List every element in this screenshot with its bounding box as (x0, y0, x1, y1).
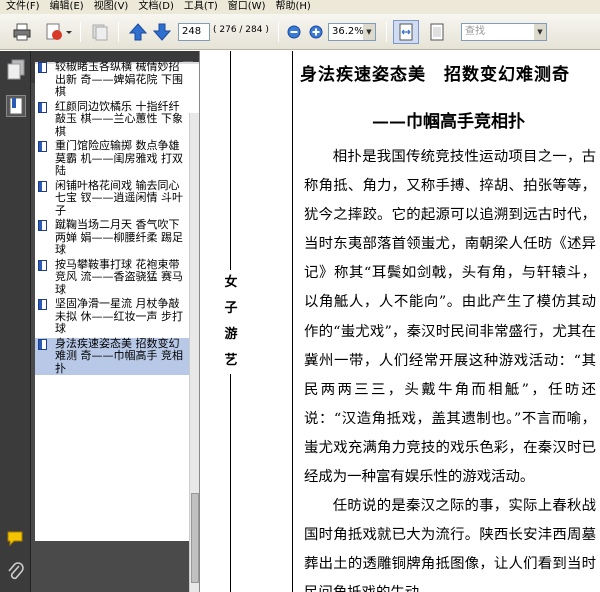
zoom-value: 36.2% (332, 26, 364, 37)
toolbar-separator (80, 22, 81, 42)
bookmark-item[interactable]: 较椒睹玉各纵横 械情妙招出新 奇——婢娟花院 下围棋 (35, 62, 199, 99)
vertical-title-char: 艺 (224, 353, 238, 368)
bookmark-label: 较椒睹玉各纵横 械情妙招出新 奇——婢娟花院 下围棋 (55, 62, 183, 98)
bookmark-label: 重门馆险应输掷 数点争雄莫霸 机——闺房雅戏 打双陆 (55, 139, 183, 177)
page-number-input[interactable]: 248 (178, 23, 210, 41)
fit-page-button[interactable] (393, 20, 419, 44)
chevron-down-icon: ▼ (534, 24, 546, 40)
next-page-button[interactable] (150, 20, 174, 44)
bookmark-page-icon (38, 101, 47, 113)
menu-item[interactable]: 窗口(W) (224, 0, 272, 14)
bookmark-page-icon (38, 220, 47, 231)
menu-item[interactable]: 帮助(H) (271, 0, 316, 14)
bookmark-scrollbar[interactable] (189, 113, 199, 592)
bookmark-label: 身法疾速姿态美 招数变幻难测 奇——巾帼高手 竞相扑 (55, 336, 183, 375)
menu-bar: 文件(F) 编辑(E) 视图(V) 文档(D) 工具(T) 窗口(W) 帮助(H) (0, 0, 600, 14)
bookmark-label: 按马攀鞍事打球 花袍束带竞风 流——香盗骁猛 赛马球 (55, 257, 183, 296)
print-button[interactable] (10, 20, 34, 44)
bookmark-item[interactable]: 红颜同边饮橘乐 十指纤纤敲玉 棋——兰心蕙性 下象棋 (35, 99, 199, 139)
menu-item[interactable]: 文件(F) (2, 0, 46, 14)
toolbar-separator (118, 22, 119, 42)
previous-page-button[interactable] (126, 20, 150, 44)
toolbar-separator (386, 22, 387, 42)
vertical-title-char: 游 (224, 327, 238, 342)
vertical-title-char: 子 (224, 301, 238, 316)
bookmark-item[interactable]: 蹴鞠当场二月天 香气吹下两婵 娟——柳腰纤柔 踢足球 (35, 218, 199, 257)
bookmark-item[interactable]: 按马攀鞍事打球 花袍束带竞风 流——香盗骁猛 赛马球 (35, 257, 199, 297)
chevron-down-icon: ▼ (363, 24, 375, 40)
bookmark-label: 坚固净滑一星流 月杖争敲未拟 休——红妆一声 步打球 (55, 297, 183, 335)
attachments-panel-button[interactable] (6, 561, 26, 583)
bookmark-page-icon (38, 299, 47, 310)
vertical-title-char: 女 (224, 275, 238, 290)
menu-item[interactable]: 文档(D) (134, 0, 180, 14)
toolbar-separator (278, 22, 279, 42)
bookmark-label: 蹴鞠当场二月天 香气吹下两婵 娟——柳腰纤柔 踢足球 (55, 218, 183, 256)
document-stack-icon (92, 24, 108, 41)
navigation-icon-strip (0, 51, 31, 592)
zoom-out-button[interactable] (284, 20, 304, 44)
comments-panel-button[interactable] (6, 529, 26, 551)
fit-width-icon (430, 23, 444, 41)
zoom-select[interactable]: 36.2% ▼ (328, 23, 376, 41)
bookmark-page-icon (38, 180, 47, 192)
bookmark-page-icon (38, 141, 47, 152)
zoom-in-icon (309, 25, 323, 39)
bookmark-icon (9, 97, 23, 115)
bookmark-page-icon (38, 259, 47, 271)
bookmark-item[interactable]: 重门馆险应输掷 数点争雄莫霸 机——闺房雅戏 打双陆 (35, 139, 199, 178)
printer-icon (13, 23, 31, 41)
bookmark-page-icon (38, 338, 47, 350)
bookmark-label: 红颜同边饮橘乐 十指纤纤敲玉 棋——兰心蕙性 下象棋 (55, 99, 183, 138)
create-pdf-icon (46, 23, 72, 40)
document-subtitle: ——巾帼高手竞相扑 (372, 112, 525, 132)
pages-panel-button[interactable] (6, 59, 26, 81)
toolbar: 248 ( 276 / 284 ) 36.2% ▼ 查找 ▼ (0, 14, 600, 50)
scrollbar-thumb[interactable] (191, 493, 199, 583)
arrow-down-icon (152, 23, 172, 41)
create-pdf-button[interactable] (42, 20, 74, 44)
vertical-section-title: 女子游艺 (224, 270, 238, 374)
bookmark-page-icon (38, 62, 47, 73)
bookmarks-panel-button[interactable] (6, 95, 26, 117)
document-title: 身法疾速姿态美 招数变幻难测奇 (300, 65, 570, 85)
zoom-out-icon (287, 25, 301, 39)
page-count-label: ( 276 / 284 ) (213, 25, 269, 35)
menu-item[interactable]: 编辑(E) (46, 0, 90, 14)
bookmark-label: 闲铺叶格花间戏 输去同心七宝 钗——逍遥闲情 斗叶子 (55, 178, 183, 217)
menu-item[interactable]: 工具(T) (180, 0, 224, 14)
bookmark-item[interactable]: 身法疾速姿态美 招数变幻难测 奇——巾帼高手 竞相扑 (35, 336, 199, 375)
document-body: 相扑是我国传统竞技性运动项目之一，古称角抵、角力，又称手搏、捽胡、拍张等等，犹今… (304, 143, 596, 592)
collaborate-button[interactable] (88, 20, 112, 44)
menu-item[interactable]: 视图(V) (90, 0, 135, 14)
arrow-up-icon (128, 23, 148, 41)
zoom-in-button[interactable] (306, 20, 326, 44)
search-placeholder: 查找 (465, 26, 485, 37)
search-input[interactable]: 查找 ▼ (461, 23, 547, 41)
body-paragraph: 相扑是我国传统竞技性运动项目之一，古称角抵、角力，又称手搏、捽胡、拍张等等，犹今… (304, 149, 596, 486)
page-margin-line (292, 51, 293, 592)
fit-page-icon (399, 23, 413, 41)
bookmark-item[interactable]: 闲铺叶格花间戏 输去同心七宝 钗——逍遥闲情 斗叶子 (35, 178, 199, 218)
bookmark-item[interactable]: 坚固净滑一星流 月杖争敲未拟 休——红妆一声 步打球 (35, 297, 199, 336)
pages-icon (7, 59, 25, 80)
fit-width-button[interactable] (424, 20, 450, 44)
comment-icon (7, 531, 23, 547)
paperclip-icon (8, 562, 24, 580)
body-paragraph: 任昉说的是秦汉之际的事，实际上春秋战国时角抵戏就已大为流行。陕西长安沣西周墓葬出… (304, 498, 596, 592)
bookmark-list: 较椒睹玉各纵横 械情妙招出新 奇——婢娟花院 下围棋 红颜同边饮橘乐 十指纤纤敲玉… (35, 62, 199, 541)
